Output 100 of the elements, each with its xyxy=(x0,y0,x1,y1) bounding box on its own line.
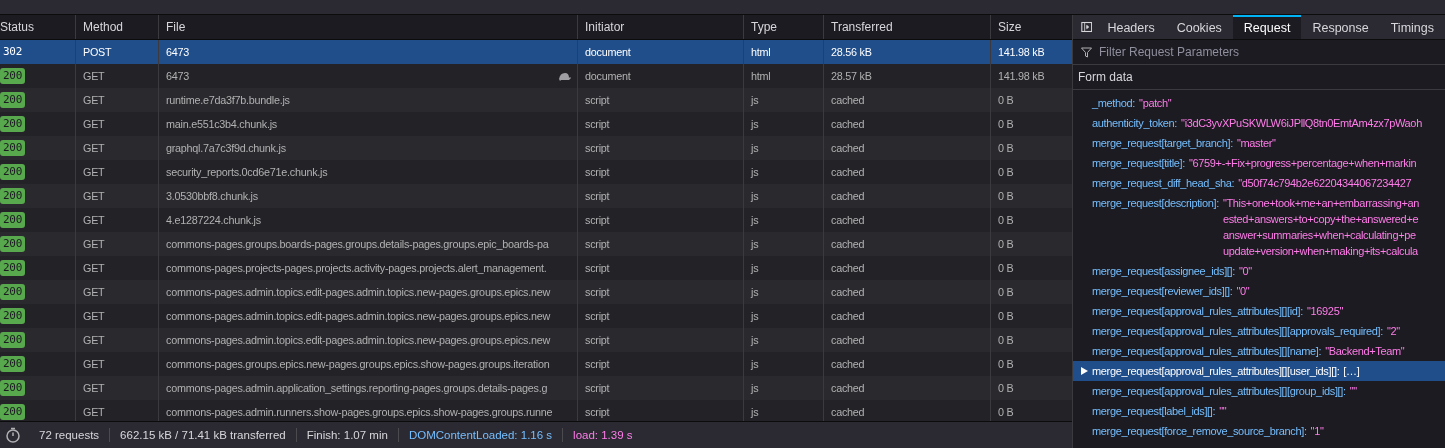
param-key: merge_request[description]: xyxy=(1092,195,1219,259)
table-cell-text: script xyxy=(585,189,610,204)
request-row[interactable]: 200 GET commons-pages.groups.epics.new-pages.groups.epics.show-pages.groups.iteration script js cached 0 B xyxy=(0,352,1072,376)
status-code: 200 xyxy=(0,332,26,348)
table-cell-text: cached xyxy=(831,261,865,276)
table-cell-text: 28.57 kB xyxy=(831,69,872,84)
table-cell-text: script xyxy=(585,309,610,324)
request-row[interactable]: 200 GET graphql.7a7c3f9d.chunk.js script js cached 0 B xyxy=(0,136,1072,160)
table-cell-text: 0 B xyxy=(998,405,1014,420)
param-row[interactable]: merge_request[target_branch]: "master" xyxy=(1073,133,1445,153)
status-code: 200 xyxy=(0,68,26,84)
column-header[interactable]: File xyxy=(158,15,577,39)
column-header[interactable]: Type xyxy=(743,15,823,39)
detail-tab[interactable]: Headers xyxy=(1096,15,1166,39)
param-key: merge_request[approval_rules_attributes][][id]: xyxy=(1092,303,1303,319)
param-row[interactable]: merge_request[approval_rules_attributes][][group_ids][]: "" xyxy=(1073,381,1445,401)
param-row[interactable]: merge_request[force_remove_source_branch]: "1" xyxy=(1073,421,1445,441)
status-code: 200 xyxy=(0,236,26,252)
param-value: "d50f74c794b2e62204344067234427 xyxy=(1238,176,1412,191)
param-row[interactable]: merge_request[assignee_ids][]: "0" xyxy=(1073,261,1445,281)
load-time: load: 1.39 s xyxy=(562,428,643,442)
column-header[interactable]: Status xyxy=(0,15,75,39)
table-cell-text: GET xyxy=(83,333,105,348)
request-row[interactable]: 200 GET commons-pages.projects-pages.projects.activity-pages.projects.alert_management. script js cached 0 B xyxy=(0,256,1072,280)
request-row[interactable]: 200 GET 4.e1287224.chunk.js script js cached 0 B xyxy=(0,208,1072,232)
table-cell-text: 0 B xyxy=(998,213,1014,228)
param-row[interactable]: merge_request[approval_rules_attributes][][approvals_required]: "2" xyxy=(1073,321,1445,341)
table-cell-text: cached xyxy=(831,405,865,420)
request-row[interactable]: 200 GET commons-pages.groups.boards-pages.groups.details-pages.groups.epic_boards-pa script js cached 0 B xyxy=(0,232,1072,256)
table-cell-text: GET xyxy=(83,381,105,396)
section-title: Form data xyxy=(1073,65,1445,90)
stopwatch-icon[interactable] xyxy=(5,427,21,443)
request-row[interactable]: 200 GET commons-pages.admin.topics.edit-pages.admin.topics.new-pages.groups.epics.new script js cached 0 B xyxy=(0,328,1072,352)
table-cell-text: runtime.e7da3f7b.bundle.js xyxy=(166,93,290,108)
status-code: 200 xyxy=(0,284,26,300)
request-row[interactable]: 200 GET main.e551c3b4.chunk.js script js cached 0 B xyxy=(0,112,1072,136)
table-cell-text: GET xyxy=(83,117,105,132)
filter-field[interactable]: Filter Request Parameters xyxy=(1097,44,1445,60)
status-code: 200 xyxy=(0,356,26,372)
param-row[interactable]: merge_request[title]: "6759+-+Fix+progress+percentage+when+markin xyxy=(1073,153,1445,173)
table-cell-text: main.e551c3b4.chunk.js xyxy=(166,117,277,132)
table-cell-text: script xyxy=(585,93,610,108)
table-cell-text: POST xyxy=(83,45,112,60)
table-cell-text: 0 B xyxy=(998,189,1014,204)
table-cell-text: commons-pages.admin.topics.edit-pages.admin.topics.new-pages.groups.epics.new xyxy=(166,333,551,348)
request-row[interactable]: 302 POST 6473 document html 28.56 kB 141.98 kB xyxy=(0,40,1072,64)
detail-tab[interactable]: Cookies xyxy=(1165,15,1233,39)
table-cell-text: script xyxy=(585,285,610,300)
param-row[interactable]: merge_request[description]: "This+one+took+me+an+embarrassing+an ested+answers+to+copy+the+answered+e answer+summaries+when+calculating+pe update+version+when+making+its+calcula xyxy=(1073,193,1445,261)
table-cell-text: js xyxy=(751,405,759,420)
table-cell-text: GET xyxy=(83,93,105,108)
request-row[interactable]: 200 GET security_reports.0cd6e71e.chunk.js script js cached 0 B xyxy=(0,160,1072,184)
request-row[interactable]: 200 GET commons-pages.admin.application_settings.reporting-pages.groups.details-pages.g script js cached 0 B xyxy=(0,376,1072,400)
table-cell-text: cached xyxy=(831,237,865,252)
request-row[interactable]: 200 GET runtime.e7da3f7b.bundle.js script js cached 0 B xyxy=(0,88,1072,112)
param-value: "master" xyxy=(1236,136,1276,151)
request-row[interactable]: 200 GET commons-pages.admin.topics.edit-pages.admin.topics.new-pages.groups.epics.new script js cached 0 B xyxy=(0,280,1072,304)
expand-arrow-icon[interactable] xyxy=(1081,367,1088,375)
table-cell-text: 0 B xyxy=(998,357,1014,372)
table-cell-text: script xyxy=(585,381,610,396)
param-value: "Backend+Team" xyxy=(1325,344,1405,359)
param-row[interactable]: merge_request[approval_rules_attributes][][name]: "Backend+Team" xyxy=(1073,341,1445,361)
detail-tab[interactable]: Timings xyxy=(1379,15,1445,39)
table-cell-text: 6473 xyxy=(166,69,190,84)
table-cell-text: GET xyxy=(83,189,105,204)
request-row[interactable]: 200 GET 6473 document html 28.57 kB 141.98 kB xyxy=(0,64,1072,88)
param-row[interactable]: merge_request[approval_rules_attributes][][user_ids][]: […] xyxy=(1073,361,1445,381)
table-cell-text: GET xyxy=(83,69,105,84)
table-cell-text: 0 B xyxy=(998,309,1014,324)
column-header[interactable]: Size xyxy=(990,15,1068,39)
table-cell-text: cached xyxy=(831,141,865,156)
column-header[interactable]: Transferred xyxy=(823,15,990,39)
param-row[interactable]: merge_request_diff_head_sha: "d50f74c794b2e62204344067234427 xyxy=(1073,173,1445,193)
request-row[interactable]: 200 GET commons-pages.admin.runners.show-pages.groups.epics.show-pages.groups.runne script js cached 0 B xyxy=(0,400,1072,421)
param-row[interactable]: authenticity_token: "i3dC3yvXPuSKWLW6iJPllQ8tn0EmtAm4zx7pWaoh xyxy=(1073,113,1445,133)
table-cell-text: 6473 xyxy=(166,45,190,60)
param-key: merge_request[force_remove_source_branch]: xyxy=(1092,423,1307,439)
detail-tab[interactable]: Request xyxy=(1232,15,1302,39)
table-cell-text: js xyxy=(751,285,759,300)
request-row[interactable]: 200 GET 3.0530bbf8.chunk.js script js cached 0 B xyxy=(0,184,1072,208)
table-cell-text: script xyxy=(585,405,610,420)
table-cell-text: js xyxy=(751,237,759,252)
column-header[interactable]: Method xyxy=(75,15,158,39)
param-row[interactable]: merge_request[approval_rules_attributes][][id]: "16925" xyxy=(1073,301,1445,321)
param-key: merge_request[approval_rules_attributes][][group_ids][]: xyxy=(1092,383,1346,399)
panel-toggle-icon[interactable] xyxy=(1081,20,1093,34)
table-cell-text: 0 B xyxy=(998,93,1014,108)
table-cell-text: cached xyxy=(831,93,865,108)
detail-tab[interactable]: Response xyxy=(1301,15,1380,39)
table-cell-text: js xyxy=(751,381,759,396)
table-cell-text: cached xyxy=(831,117,865,132)
param-row[interactable]: merge_request[label_ids][]: "" xyxy=(1073,401,1445,421)
param-row[interactable]: _method: "patch" xyxy=(1073,93,1445,113)
table-cell-text: js xyxy=(751,213,759,228)
status-code: 200 xyxy=(0,92,26,108)
param-key: merge_request[approval_rules_attributes][][user_ids][]: xyxy=(1092,363,1340,379)
param-value: "0" xyxy=(1236,284,1250,299)
column-header[interactable]: Initiator xyxy=(577,15,743,39)
param-row[interactable]: merge_request[reviewer_ids][]: "0" xyxy=(1073,281,1445,301)
request-row[interactable]: 200 GET commons-pages.admin.topics.edit-pages.admin.topics.new-pages.groups.epics.new script js cached 0 B xyxy=(0,304,1072,328)
